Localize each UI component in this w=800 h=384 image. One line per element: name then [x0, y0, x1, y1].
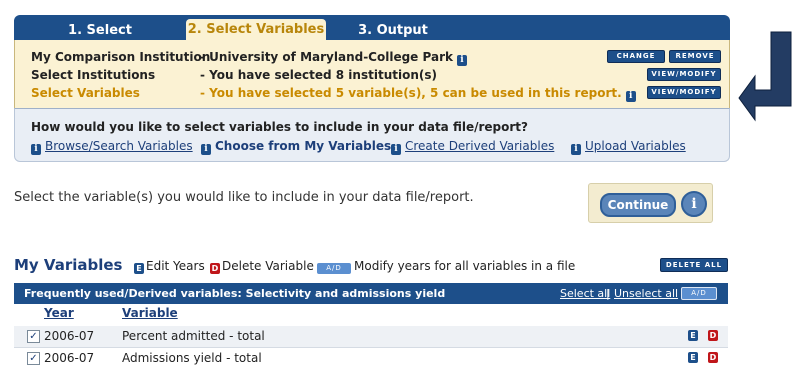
variable-selection-box: How would you like to select variables t… [14, 108, 730, 162]
continue-panel: Continue i [588, 183, 713, 223]
tab-select-variables[interactable]: 2. Select Variables [186, 19, 326, 40]
edit-icon[interactable]: E [688, 330, 698, 341]
my-variables-title: My Variables [14, 256, 123, 274]
year-column-header[interactable]: Year [44, 306, 74, 320]
row-variable: Percent admitted - total [122, 329, 265, 343]
comparison-value: - University of Maryland-College Park i [200, 49, 467, 66]
upload-variables-link[interactable]: i Upload Variables [571, 139, 686, 155]
browse-search-link[interactable]: i Browse/Search Variables [31, 139, 193, 155]
table-header-bar: Frequently used/Derived variables: Selec… [14, 283, 728, 304]
delete-variable-label: Delete Variable [222, 259, 314, 273]
browse-search-link-label[interactable]: Browse/Search Variables [45, 139, 193, 153]
tab-bar: 1. Select Institutions 2. Select Variabl… [14, 15, 730, 57]
ad-pill: A/D [317, 263, 351, 274]
create-derived-link[interactable]: i Create Derived Variables [391, 139, 554, 155]
info-icon[interactable]: i [625, 91, 636, 102]
row-checkbox[interactable]: ✓ [27, 352, 40, 365]
table-row: ✓ 2006-07 Percent admitted - total E D [14, 326, 728, 347]
institutions-label: Select Institutions [31, 68, 156, 82]
info-icon[interactable]: i [681, 191, 707, 217]
info-icon: i [391, 144, 401, 155]
institutions-value: - You have selected 8 institution(s) [200, 68, 437, 82]
view-modify-variables-button[interactable]: VIEW/MODIFY [647, 86, 721, 99]
comparison-label: My Comparison Institution [31, 50, 211, 64]
separator: | [606, 287, 610, 300]
edit-icon[interactable]: E [688, 352, 698, 363]
continue-button[interactable]: Continue [600, 193, 676, 217]
table-title: Frequently used/Derived variables: Selec… [24, 287, 446, 300]
delete-icon: D [210, 263, 220, 274]
delete-all-button[interactable]: DELETE ALL [660, 258, 728, 272]
pointer-arrow-icon [738, 31, 792, 122]
instruction-text: Select the variable(s) you would like to… [14, 190, 474, 205]
edit-years-legend: E Edit Years [134, 259, 205, 274]
row-checkbox[interactable]: ✓ [27, 330, 40, 343]
variables-label: Select Variables [31, 86, 140, 100]
info-icon: i [201, 144, 211, 155]
comparison-value-text: - University of Maryland-College Park [200, 50, 453, 64]
variables-value-text: - You have selected 5 variable(s), 5 can… [200, 86, 622, 100]
remove-button[interactable]: REMOVE [669, 50, 721, 63]
modify-all-years-label: Modify years for all variables in a file [354, 259, 576, 273]
edit-icon: E [134, 263, 144, 274]
delete-icon[interactable]: D [708, 352, 718, 363]
upload-variables-link-label[interactable]: Upload Variables [585, 139, 686, 153]
change-button[interactable]: CHANGE [607, 50, 665, 63]
info-icon[interactable]: i [456, 55, 467, 66]
edit-years-label: Edit Years [146, 259, 205, 273]
row-variable: Admissions yield - total [122, 351, 262, 365]
choose-my-variables-link[interactable]: i Choose from My Variables [201, 139, 391, 155]
selection-summary: My Comparison Institution - University o… [14, 40, 730, 109]
tab-output[interactable]: 3. Output [338, 21, 448, 40]
row-year: 2006-07 [44, 329, 95, 343]
select-all-link[interactable]: Select all [560, 286, 610, 301]
unselect-all-link[interactable]: Unselect all [614, 286, 678, 301]
table-row: ✓ 2006-07 Admissions yield - total E D [14, 348, 728, 369]
delete-icon[interactable]: D [708, 330, 718, 341]
info-icon: i [571, 144, 581, 155]
create-derived-link-label[interactable]: Create Derived Variables [405, 139, 554, 153]
modify-all-years-legend: A/D Modify years for all variables in a f… [317, 259, 575, 274]
info-icon: i [31, 144, 41, 155]
variables-value: - You have selected 5 variable(s), 5 can… [200, 85, 636, 102]
row-year: 2006-07 [44, 351, 95, 365]
selection-question: How would you like to select variables t… [31, 120, 528, 134]
variable-column-header[interactable]: Variable [122, 306, 178, 320]
ad-button[interactable]: A/D [681, 287, 717, 300]
choose-my-variables-label: Choose from My Variables [215, 139, 392, 153]
view-modify-institutions-button[interactable]: VIEW/MODIFY [647, 68, 721, 81]
delete-variable-legend: D Delete Variable [210, 259, 314, 274]
tab-select-institutions[interactable]: 1. Select Institutions [30, 21, 170, 57]
